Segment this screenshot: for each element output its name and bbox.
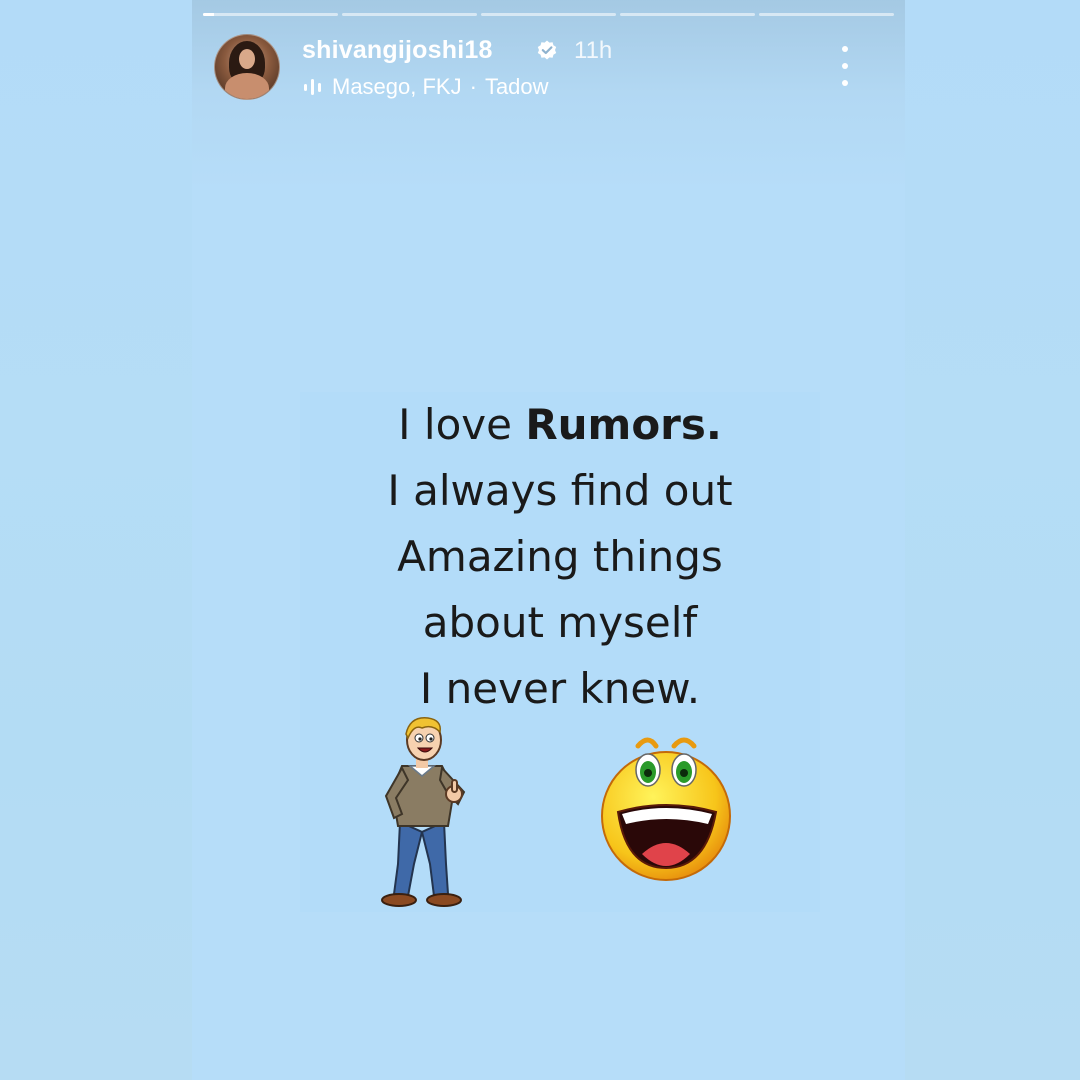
quote-line-4: about myself	[422, 598, 698, 647]
quote-line-1-bold: Rumors.	[525, 400, 722, 449]
story-progress-segment	[620, 13, 755, 16]
story-progress-segment	[481, 13, 616, 16]
more-options-button[interactable]	[835, 46, 855, 86]
music-artist-label[interactable]: Masego, FKJ	[332, 74, 462, 100]
cartoon-man-thumbs-up-illustration	[381, 717, 466, 907]
more-vertical-icon-dot	[842, 63, 848, 69]
story-progress-segment	[759, 13, 894, 16]
verified-badge-icon	[537, 40, 557, 60]
more-vertical-icon-dot	[842, 80, 848, 86]
more-vertical-icon	[842, 46, 848, 52]
post-time: 11h	[574, 37, 613, 64]
story-viewer[interactable]: shivangijoshi18 11h Masego, FKJ · Tadow	[192, 0, 905, 1080]
music-bars-icon	[304, 79, 321, 95]
story-progress-segment	[342, 13, 477, 16]
quote-line-1-prefix: I love	[398, 400, 526, 449]
username-link[interactable]: shivangijoshi18	[302, 36, 493, 65]
story-progress-segment	[203, 13, 338, 16]
quote-line-1: I love Rumors.	[300, 392, 820, 458]
quote-line-3: Amazing things	[397, 532, 723, 581]
avatar[interactable]	[214, 34, 280, 100]
story-header: shivangijoshi18 11h Masego, FKJ · Tadow	[214, 34, 883, 100]
laughing-smiley-emoji-illustration	[601, 737, 731, 881]
avatar-face-shape	[239, 49, 255, 69]
quote-text: I love Rumors. I always find out Amazing…	[300, 392, 820, 722]
left-blurred-backdrop	[0, 0, 192, 1080]
music-separator: ·	[469, 74, 477, 99]
screenshot-canvas: shivangijoshi18 11h Masego, FKJ · Tadow	[0, 0, 1080, 1080]
music-track-title[interactable]: Tadow	[485, 74, 549, 100]
story-progress-bar	[203, 13, 894, 16]
avatar-shoulder-shape	[225, 73, 269, 99]
music-attribution[interactable]: Masego, FKJ · Tadow	[302, 74, 549, 100]
quote-line-2: I always find out	[387, 466, 733, 515]
story-post-image: I love Rumors. I always find out Amazing…	[300, 392, 820, 912]
right-blurred-backdrop	[905, 0, 1080, 1080]
quote-line-5: I never knew.	[419, 664, 701, 713]
story-progress-fill	[203, 13, 214, 16]
